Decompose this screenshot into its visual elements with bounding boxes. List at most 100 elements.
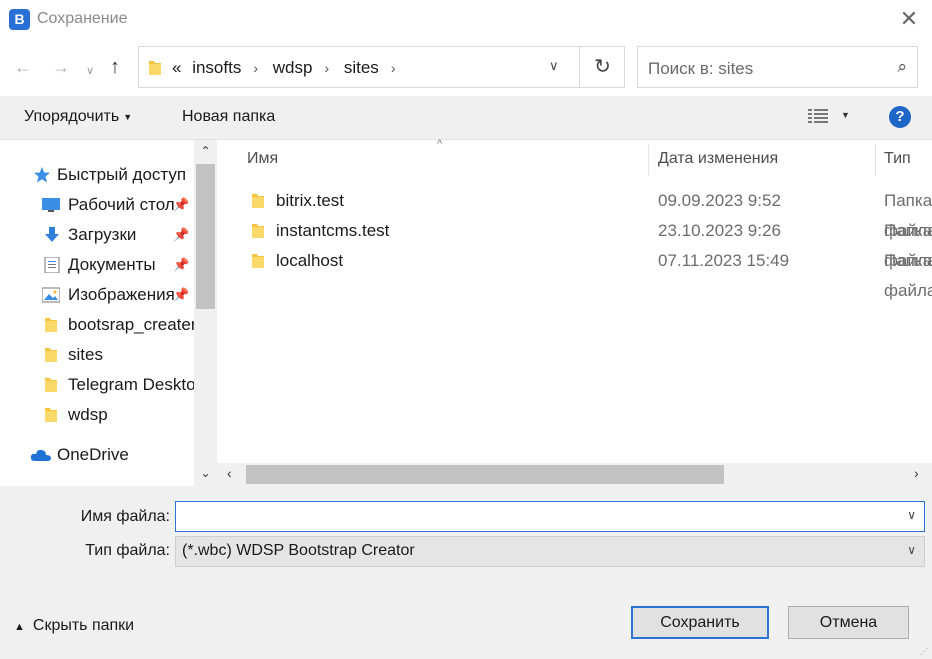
sidebar-item-pictures[interactable]: Изображения 📌 [0,280,194,310]
sidebar-scrollbar[interactable]: ⌃ ⌄ [194,140,217,486]
sidebar-item-label: Изображения [68,285,175,304]
pin-icon: 📌 [173,257,190,272]
help-button[interactable]: ? [889,106,911,128]
file-name: localhost [276,251,344,270]
file-name: bitrix.test [276,191,345,210]
filetype-value: (*.wbc) WDSP Bootstrap Creator [182,542,415,559]
file-date: 09.09.2023 9:52 [658,191,781,210]
address-bar[interactable]: « insofts › wdsp › sites › ∨ ↻ [138,46,625,88]
pin-icon: 📌 [173,287,190,302]
scroll-up-icon[interactable]: ⌃ [194,144,217,158]
chevron-right-icon[interactable]: › [391,60,396,76]
command-toolbar: Упорядочить ▼ Новая папка ▼ ? [0,96,932,140]
folder-icon [45,348,57,362]
sidebar-item-label: bootsrap_creater [68,315,194,334]
column-header-name[interactable]: Имя [247,140,278,178]
pictures-icon [42,287,60,303]
chevron-right-icon[interactable]: › [324,60,329,76]
sidebar-list: Быстрый доступ Рабочий стол 📌 Загрузки 📌… [0,160,194,470]
folder-icon [45,378,57,392]
sidebar-item-label: Быстрый доступ [57,165,187,184]
breadcrumb: « insofts › wdsp › sites › [172,58,405,78]
filetype-select[interactable]: (*.wbc) WDSP Bootstrap Creator ∨ [175,536,925,567]
scroll-right-icon[interactable]: › [914,465,919,481]
sidebar-item-desktop[interactable]: Рабочий стол 📌 [0,190,194,220]
folder-icon [252,194,264,208]
title-bar: B Сохранение ✕ [0,0,932,40]
scrollbar-thumb[interactable] [246,465,724,484]
sidebar-item-documents[interactable]: Документы 📌 [0,250,194,280]
column-header-date[interactable]: Дата изменения [658,140,778,178]
documents-icon [44,257,60,273]
forward-button[interactable]: → [52,56,70,78]
scrollbar-thumb[interactable] [196,164,215,309]
sidebar-item-bootsrap-creater[interactable]: bootsrap_creater [0,310,194,340]
hide-folders-label: Скрыть папки [32,617,135,634]
save-button[interactable]: Сохранить [631,606,769,639]
file-date: 07.11.2023 15:49 [658,251,790,270]
window-title: Сохранение [37,10,128,27]
search-icon: ⌕ [897,57,907,76]
hide-folders-button[interactable]: ▲ Скрыть папки [14,617,134,635]
breadcrumb-insofts[interactable]: insofts [192,58,241,77]
sidebar-item-label: Рабочий стол [68,195,175,214]
breadcrumb-sites[interactable]: sites [344,58,379,77]
file-name: instantcms.test [276,221,390,240]
back-button[interactable]: ← [14,56,32,78]
sidebar-item-wdsp[interactable]: wdsp [0,400,194,430]
view-options-icon[interactable] [808,108,828,124]
up-button[interactable]: ↑ [110,56,120,78]
folder-icon [45,318,57,332]
file-list-pane: ^ Имя Дата изменения Тип bitrix.test 09.… [217,138,932,486]
file-row[interactable]: localhost 07.11.2023 15:49 Папка с файла… [247,246,932,300]
app-icon: B [9,9,30,30]
recent-locations-button[interactable]: ∨ [86,60,94,82]
folder-icon [45,408,57,422]
file-row[interactable]: bitrix.test 09.09.2023 9:52 Папка с файл… [247,186,932,240]
chevron-right-icon[interactable]: › [253,60,258,76]
view-caret-down-icon[interactable]: ▼ [841,110,850,120]
breadcrumb-prefix[interactable]: « [172,58,181,77]
file-list-horizontal-scrollbar[interactable]: ‹ › [217,463,932,486]
sidebar-item-onedrive[interactable]: OneDrive [0,440,194,470]
cancel-button[interactable]: Отмена [788,606,909,639]
chevron-down-icon: ∨ [907,543,916,557]
desktop-icon [42,198,60,212]
sidebar-item-label: Документы [68,255,156,274]
cloud-icon [30,449,51,461]
filename-field[interactable]: ∨ [175,501,925,532]
close-icon[interactable]: ✕ [898,8,920,30]
caret-down-icon: ▼ [123,111,133,122]
pin-icon: 📌 [173,227,190,242]
chevron-down-icon[interactable]: ∨ [549,58,559,74]
folder-icon [252,224,264,238]
search-input[interactable]: Поиск в: sites ⌕ [637,46,918,88]
refresh-button[interactable]: ↻ [579,47,625,87]
file-date: 23.10.2023 9:26 [658,221,781,240]
resize-grip-icon[interactable]: ⋰ [920,647,930,657]
filetype-label: Тип файла: [85,542,170,559]
file-row[interactable]: instantcms.test 23.10.2023 9:26 Папка с … [247,216,932,270]
new-folder-button[interactable]: Новая папка [182,108,275,126]
sort-ascending-icon: ^ [437,138,443,150]
star-icon [34,167,50,183]
sidebar-item-downloads[interactable]: Загрузки 📌 [0,220,194,250]
chevron-down-icon[interactable]: ∨ [907,508,916,522]
column-divider[interactable] [875,144,876,176]
breadcrumb-wdsp[interactable]: wdsp [273,58,313,77]
sidebar-item-label: sites [68,345,103,364]
scroll-down-icon[interactable]: ⌄ [194,466,217,480]
chevron-up-icon: ▲ [14,621,25,633]
scroll-left-icon[interactable]: ‹ [227,465,232,481]
sidebar-item-quick-access[interactable]: Быстрый доступ [0,160,194,190]
organize-button[interactable]: Упорядочить ▼ [24,108,132,126]
sidebar-item-label: OneDrive [57,445,129,464]
sidebar-item-label: Telegram Desktop [68,375,194,394]
sidebar-item-telegram-desktop[interactable]: Telegram Desktop [0,370,194,400]
column-divider[interactable] [648,144,649,176]
pin-icon: 📌 [173,197,190,212]
sidebar-item-sites[interactable]: sites [0,340,194,370]
download-icon [45,227,59,242]
column-header-type[interactable]: Тип [884,140,911,178]
